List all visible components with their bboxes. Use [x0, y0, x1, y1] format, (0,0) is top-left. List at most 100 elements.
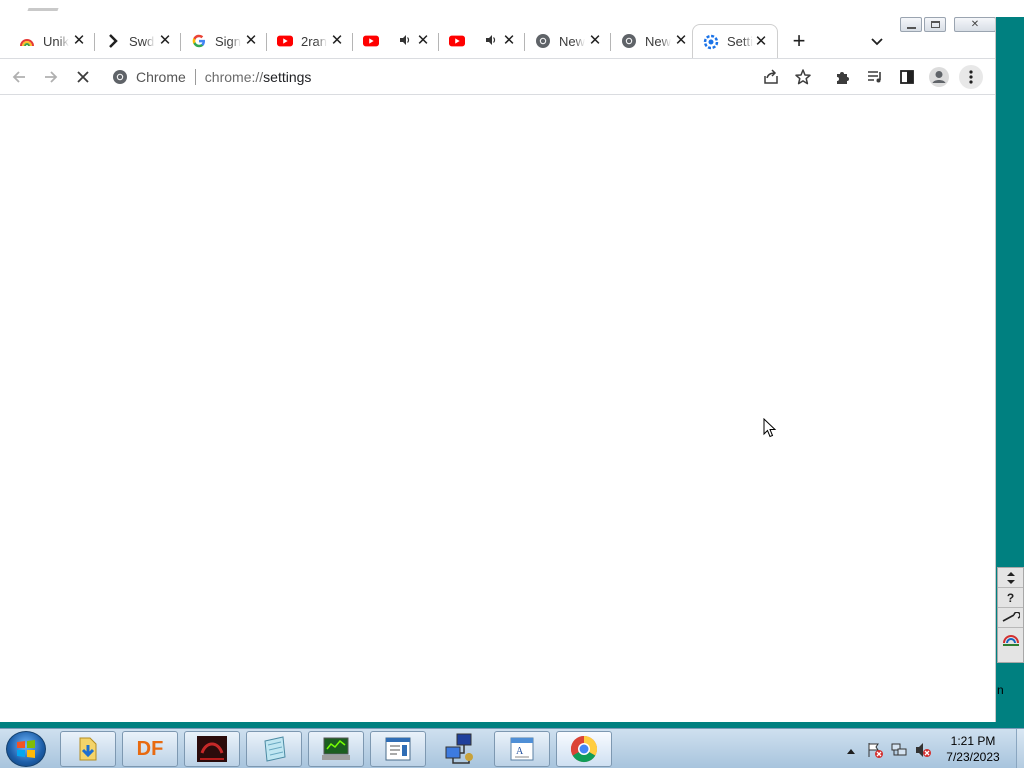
network-computers-icon — [445, 733, 473, 764]
show-desktop-button[interactable] — [1016, 729, 1024, 768]
youtube-icon — [277, 33, 293, 49]
tab-unik[interactable]: Unik ✕ — [9, 24, 95, 58]
taskbar-network-app[interactable] — [432, 731, 488, 767]
taskbar-window-app[interactable] — [370, 731, 426, 767]
close-icon[interactable]: ✕ — [71, 33, 87, 49]
network-icon[interactable] — [890, 741, 908, 762]
share-button[interactable] — [759, 65, 783, 89]
restore-button[interactable] — [924, 17, 946, 32]
mouse-cursor-icon — [763, 417, 777, 441]
tray-expand-icon[interactable] — [846, 743, 856, 758]
rainbow-icon — [19, 33, 35, 49]
folder-icon — [79, 737, 97, 761]
forward-arrow-icon — [45, 71, 58, 83]
chrome-icon[interactable] — [112, 69, 128, 85]
df-label: DF — [136, 737, 164, 760]
settings-icon — [703, 34, 719, 50]
speaker-icon[interactable] — [485, 34, 499, 49]
youtube-icon — [363, 33, 379, 49]
bookmark-button[interactable] — [791, 65, 815, 89]
stop-loading-button[interactable] — [71, 65, 95, 89]
windows-logo-icon — [17, 740, 35, 758]
close-icon[interactable]: ✕ — [501, 33, 517, 49]
desktop-side-panel: ? — [997, 567, 1024, 663]
minimize-button[interactable] — [900, 17, 922, 32]
restore-icon — [930, 21, 940, 28]
taskbar-dark-app[interactable] — [184, 731, 240, 767]
close-icon[interactable]: ✕ — [157, 33, 173, 49]
media-controls-button[interactable] — [863, 65, 887, 89]
help-button[interactable]: ? — [998, 588, 1023, 608]
dark-app-icon — [197, 736, 227, 762]
tab-strip: Unik ✕ Swd ✕ Sign ✕ 2ran ✕ ✕ ✕ New ✕ New… — [0, 17, 995, 58]
chevron-down-icon[interactable] — [866, 32, 888, 52]
omnibox-divider — [194, 69, 196, 85]
tab-2ran[interactable]: 2ran ✕ — [267, 24, 353, 58]
avatar-icon — [929, 67, 949, 87]
tab-settings[interactable]: Setti ✕ — [692, 24, 778, 58]
new-tab-button[interactable]: + — [786, 30, 812, 54]
scroll-arrows-button[interactable] — [998, 568, 1023, 588]
forward-button[interactable] — [39, 65, 63, 89]
extensions-button[interactable] — [831, 65, 855, 89]
clock-time: 1:21 PM — [950, 734, 996, 748]
tab-youtube-audio-1[interactable]: ✕ — [353, 24, 439, 58]
tab-title: New — [559, 33, 585, 49]
chrome-icon — [570, 735, 598, 763]
side-panel-text: n — [997, 683, 1004, 697]
kebab-menu-icon — [969, 70, 973, 84]
puzzle-icon — [837, 72, 849, 84]
close-icon[interactable]: ✕ — [753, 34, 769, 50]
speaker-icon[interactable] — [399, 34, 413, 49]
menu-button[interactable] — [959, 65, 983, 89]
close-icon[interactable]: ✕ — [587, 33, 603, 49]
tab-youtube-audio-2[interactable]: ✕ — [439, 24, 525, 58]
side-panel-button[interactable] — [895, 65, 919, 89]
tab-title: Sign — [215, 33, 241, 49]
url-path: settings — [263, 69, 312, 85]
window-controls: ✕ — [900, 17, 995, 33]
close-window-button[interactable]: ✕ — [954, 17, 995, 32]
close-icon[interactable]: ✕ — [415, 33, 431, 49]
tab-swd[interactable]: Swd ✕ — [95, 24, 181, 58]
close-icon[interactable]: ✕ — [673, 33, 689, 49]
close-icon[interactable]: ✕ — [243, 33, 259, 49]
tab-new-2[interactable]: New ✕ — [611, 24, 697, 58]
taskbar: DF A 1:21 PM 7/23/2023 — [0, 728, 1024, 768]
volume-muted-icon[interactable] — [914, 741, 932, 762]
action-center-flag-icon[interactable] — [866, 741, 884, 762]
youtube-icon — [449, 33, 465, 49]
back-button[interactable] — [7, 65, 31, 89]
taskbar-df[interactable]: DF — [122, 731, 178, 767]
tab-new-1[interactable]: New ✕ — [525, 24, 611, 58]
tab-title: 2ran — [301, 33, 327, 49]
taskbar-wordpad[interactable]: A — [494, 731, 550, 767]
amplify-icon — [1002, 635, 1019, 646]
wordpad-icon: A — [510, 737, 534, 761]
up-down-arrows-icon — [1006, 571, 1015, 584]
amplify-button[interactable] — [998, 628, 1023, 648]
tab-title: Setti — [727, 34, 753, 49]
omnibox[interactable]: Chrome chrome:// settings — [112, 62, 322, 92]
arrow-icon — [105, 33, 121, 49]
close-icon[interactable]: ✕ — [329, 33, 345, 49]
svg-text:A: A — [516, 746, 524, 757]
profile-button[interactable] — [927, 65, 951, 89]
taskbar-notepad[interactable] — [246, 731, 302, 767]
page-content-area[interactable] — [0, 95, 995, 722]
tab-sign[interactable]: Sign ✕ — [181, 24, 267, 58]
side-panel-icon — [900, 70, 914, 84]
taskbar-monitor-app[interactable] — [308, 731, 364, 767]
taskbar-explorer[interactable] — [60, 731, 116, 767]
toolbar: Chrome chrome:// settings — [0, 58, 995, 95]
start-button[interactable] — [6, 731, 46, 767]
tab-title: Unik — [43, 33, 69, 49]
tool-button[interactable] — [998, 608, 1023, 628]
chrome-icon — [535, 33, 551, 49]
window-app-icon — [385, 737, 411, 761]
stop-icon — [77, 71, 89, 83]
desktop-top-strip — [0, 0, 1024, 17]
clock[interactable]: 1:21 PM 7/23/2023 — [937, 733, 1009, 765]
taskbar-chrome[interactable] — [556, 731, 612, 767]
chrome-icon — [621, 33, 637, 49]
